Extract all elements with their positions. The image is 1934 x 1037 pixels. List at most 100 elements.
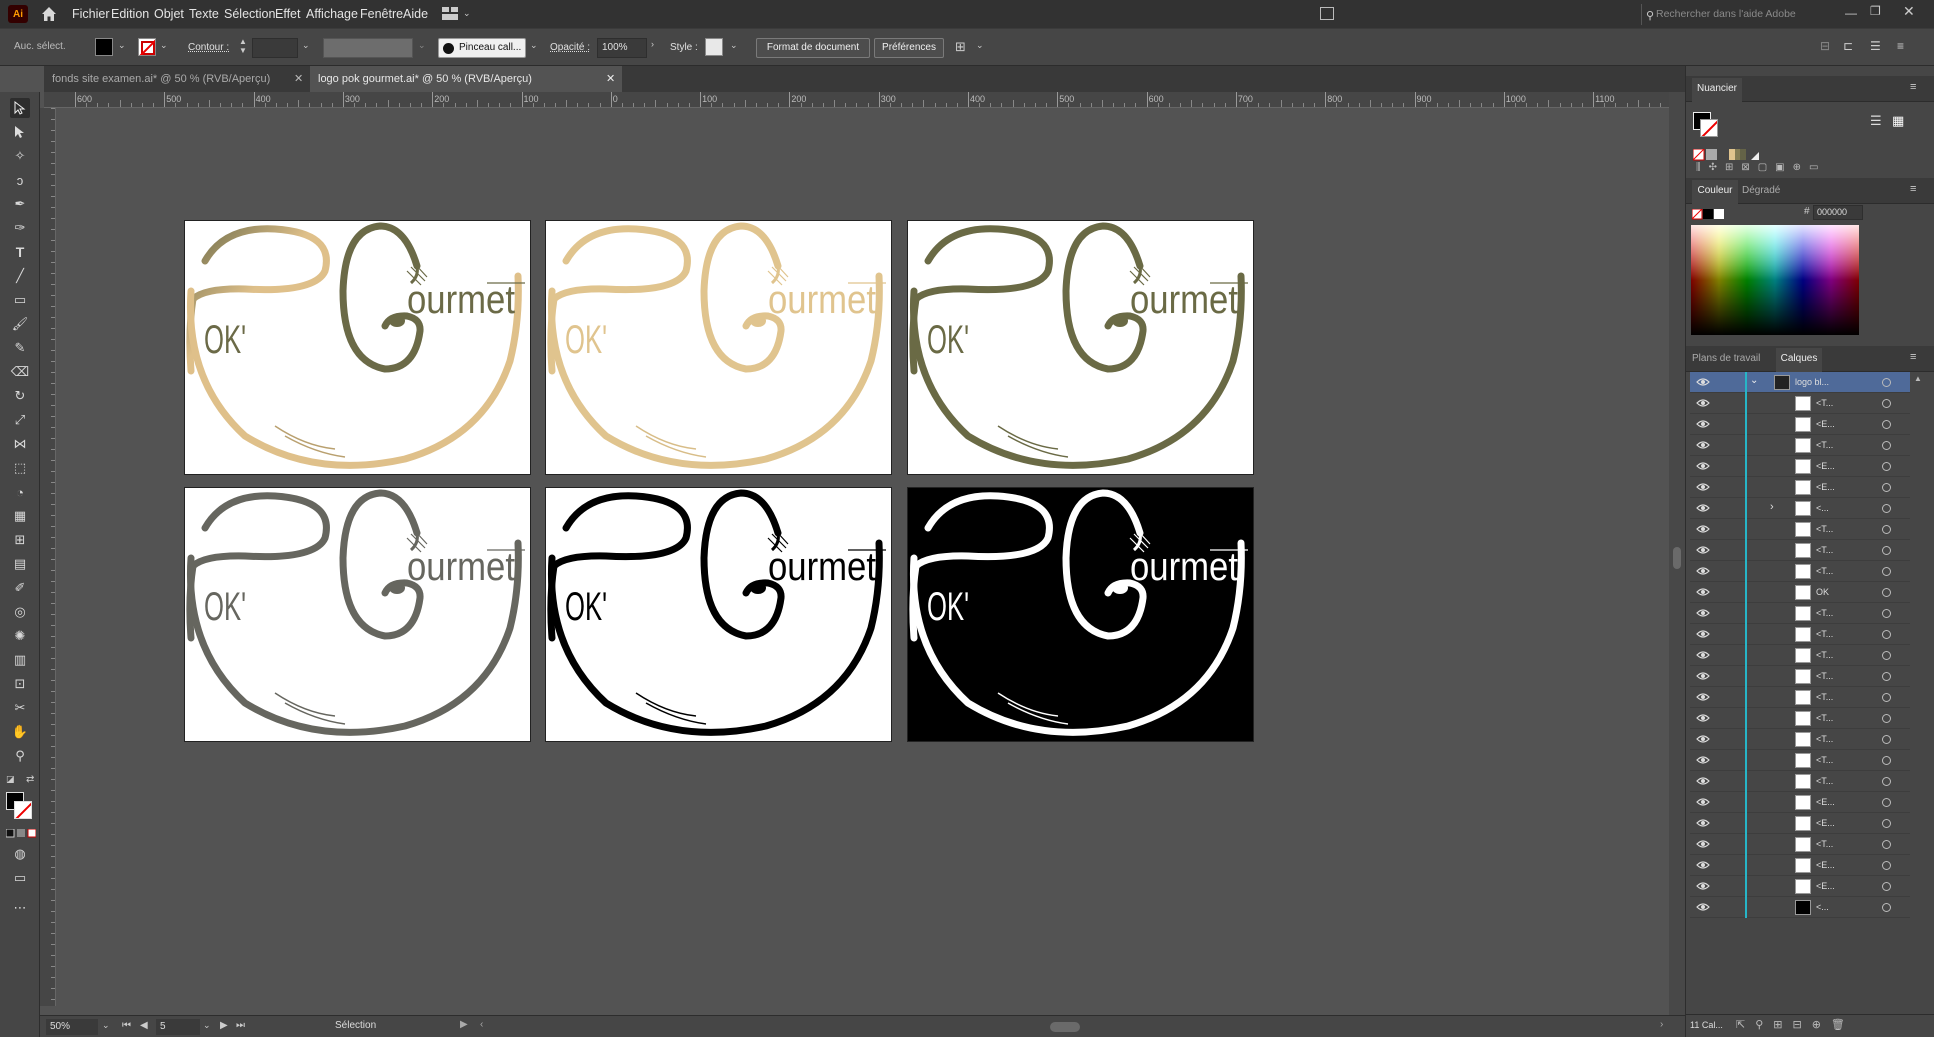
chevron-down-icon[interactable]: ⌄ bbox=[302, 40, 310, 51]
layer-row[interactable]: <T... bbox=[1690, 435, 1910, 456]
shape-builder-icon[interactable]: ◔ bbox=[10, 482, 30, 502]
mesh-tool-icon[interactable]: ⊞ bbox=[10, 530, 30, 550]
layer-row[interactable]: <T... bbox=[1690, 393, 1910, 414]
visibility-eye-icon[interactable] bbox=[1696, 460, 1710, 472]
hex-input[interactable]: 000000 bbox=[1813, 205, 1863, 220]
tab-fonds-site-examen[interactable]: fonds site examen.ai* @ 50 % (RVB/Aperçu… bbox=[44, 66, 305, 92]
target-circle-icon[interactable] bbox=[1882, 588, 1891, 597]
curvature-tool-icon[interactable]: ✑ bbox=[10, 218, 30, 238]
menu-texte[interactable]: Texte bbox=[189, 0, 219, 28]
visibility-eye-icon[interactable] bbox=[1696, 775, 1710, 787]
target-circle-icon[interactable] bbox=[1882, 504, 1891, 513]
visibility-eye-icon[interactable] bbox=[1696, 481, 1710, 493]
scroll-right-icon[interactable]: › bbox=[1660, 1019, 1663, 1030]
target-circle-icon[interactable] bbox=[1882, 630, 1891, 639]
last-artboard-icon[interactable]: ⏭ bbox=[236, 1020, 245, 1031]
target-circle-icon[interactable] bbox=[1882, 714, 1891, 723]
magic-wand-icon[interactable]: ✧ bbox=[10, 146, 30, 166]
stroke-color-icon[interactable] bbox=[14, 801, 32, 819]
layer-row[interactable]: <T... bbox=[1690, 519, 1910, 540]
gradient-tool-icon[interactable]: ▤ bbox=[10, 554, 30, 574]
swap-colors-icon[interactable]: ⇄ bbox=[26, 774, 34, 785]
restore-icon[interactable]: ❐ bbox=[1870, 4, 1881, 18]
target-circle-icon[interactable] bbox=[1882, 399, 1891, 408]
layer-row[interactable]: <E... bbox=[1690, 414, 1910, 435]
panel-menu-icon[interactable]: ≡ bbox=[1910, 81, 1916, 93]
target-circle-icon[interactable] bbox=[1882, 609, 1891, 618]
list-view-icon[interactable]: ☰ bbox=[1870, 113, 1882, 129]
chevron-down-icon[interactable]: ⌄ bbox=[160, 40, 168, 51]
slice-tool-icon[interactable]: ✂ bbox=[10, 698, 30, 718]
chevron-down-icon[interactable]: ⌄ bbox=[976, 40, 984, 51]
workspace-switcher-icon[interactable] bbox=[442, 7, 458, 20]
visibility-eye-icon[interactable] bbox=[1696, 901, 1710, 913]
tab-logo-pok-gourmet[interactable]: logo pok gourmet.ai* @ 50 % (RVB/Aperçu) bbox=[310, 66, 622, 92]
artboard-3[interactable]: ourmet OK' bbox=[907, 220, 1254, 475]
layer-row[interactable]: <E... bbox=[1690, 855, 1910, 876]
stroke-weight-input[interactable] bbox=[252, 38, 298, 58]
panel-menu-icon[interactable]: ≡ bbox=[1910, 351, 1916, 363]
layer-row[interactable]: <... bbox=[1690, 897, 1910, 918]
visibility-eye-icon[interactable] bbox=[1696, 523, 1710, 535]
target-circle-icon[interactable] bbox=[1882, 567, 1891, 576]
document-setup-button[interactable]: Format de document bbox=[756, 38, 870, 58]
chevron-down-icon[interactable]: ⌄ bbox=[530, 40, 538, 51]
line-tool-icon[interactable]: ╱ bbox=[10, 266, 30, 286]
visibility-eye-icon[interactable] bbox=[1696, 376, 1710, 388]
artboard-tool-icon[interactable]: ⊡ bbox=[10, 674, 30, 694]
tab-calques[interactable]: Calques bbox=[1776, 348, 1822, 372]
layer-row[interactable]: › <... bbox=[1690, 498, 1910, 519]
close-tab-icon[interactable]: ✕ bbox=[294, 66, 303, 92]
target-circle-icon[interactable] bbox=[1882, 798, 1891, 807]
brush-definition-select[interactable]: Pinceau call... bbox=[438, 38, 526, 58]
eraser-icon[interactable]: ⌫ bbox=[10, 362, 30, 382]
draw-mode-icon[interactable]: ◍ bbox=[10, 844, 30, 864]
close-icon[interactable]: ✕ bbox=[1903, 3, 1915, 20]
visibility-eye-icon[interactable] bbox=[1696, 796, 1710, 808]
panel-menu-icon[interactable]: ≡ bbox=[1897, 39, 1904, 53]
layer-row[interactable]: <T... bbox=[1690, 603, 1910, 624]
visibility-eye-icon[interactable] bbox=[1696, 502, 1710, 514]
tab-couleur[interactable]: Couleur bbox=[1692, 180, 1738, 204]
align-icon[interactable]: ⊟ bbox=[1820, 39, 1830, 53]
target-circle-icon[interactable] bbox=[1882, 693, 1891, 702]
column-graph-icon[interactable]: ▥ bbox=[10, 650, 30, 670]
layer-row[interactable]: <E... bbox=[1690, 813, 1910, 834]
lasso-icon[interactable]: ↄ bbox=[10, 170, 30, 190]
fill-swatch[interactable] bbox=[95, 38, 113, 56]
menu-selection[interactable]: Sélection bbox=[224, 0, 275, 28]
arrange-docs-icon[interactable] bbox=[1320, 7, 1334, 20]
stroke-swatch[interactable] bbox=[138, 38, 156, 56]
visibility-eye-icon[interactable] bbox=[1696, 754, 1710, 766]
blend-tool-icon[interactable]: ◎ bbox=[10, 602, 30, 622]
tab-plans-de-travail[interactable]: Plans de travail bbox=[1692, 348, 1760, 370]
chevron-down-icon[interactable]: ⌄ bbox=[118, 40, 126, 51]
visibility-eye-icon[interactable] bbox=[1696, 565, 1710, 577]
first-artboard-icon[interactable]: ⏮ bbox=[122, 1020, 131, 1031]
visibility-eye-icon[interactable] bbox=[1696, 649, 1710, 661]
visibility-eye-icon[interactable] bbox=[1696, 607, 1710, 619]
target-circle-icon[interactable] bbox=[1882, 756, 1891, 765]
layer-row[interactable]: <E... bbox=[1690, 876, 1910, 897]
list-icon[interactable]: ☰ bbox=[1870, 39, 1881, 53]
zoom-select[interactable]: 50% bbox=[46, 1019, 98, 1035]
minimize-icon[interactable]: — bbox=[1845, 6, 1857, 20]
selection-tool-icon[interactable] bbox=[10, 98, 30, 118]
horizontal-scroll-thumb[interactable] bbox=[1050, 1022, 1080, 1032]
target-circle-icon[interactable] bbox=[1882, 651, 1891, 660]
visibility-eye-icon[interactable] bbox=[1696, 586, 1710, 598]
visibility-eye-icon[interactable] bbox=[1696, 544, 1710, 556]
shaper-tool-icon[interactable]: ✎ bbox=[10, 338, 30, 358]
target-circle-icon[interactable] bbox=[1882, 903, 1891, 912]
visibility-eye-icon[interactable] bbox=[1696, 712, 1710, 724]
transform-icon[interactable]: ⊏ bbox=[1843, 39, 1853, 53]
layer-row[interactable]: <E... bbox=[1690, 477, 1910, 498]
scroll-left-icon[interactable]: ‹ bbox=[480, 1019, 483, 1030]
visibility-eye-icon[interactable] bbox=[1696, 397, 1710, 409]
menu-fenetre[interactable]: Fenêtre bbox=[360, 0, 403, 28]
target-circle-icon[interactable] bbox=[1882, 777, 1891, 786]
target-circle-icon[interactable] bbox=[1882, 861, 1891, 870]
chevron-down-icon[interactable]: ⌄ bbox=[730, 40, 738, 51]
visibility-eye-icon[interactable] bbox=[1696, 628, 1710, 640]
arrange-icon[interactable]: ⊞ bbox=[955, 39, 966, 55]
